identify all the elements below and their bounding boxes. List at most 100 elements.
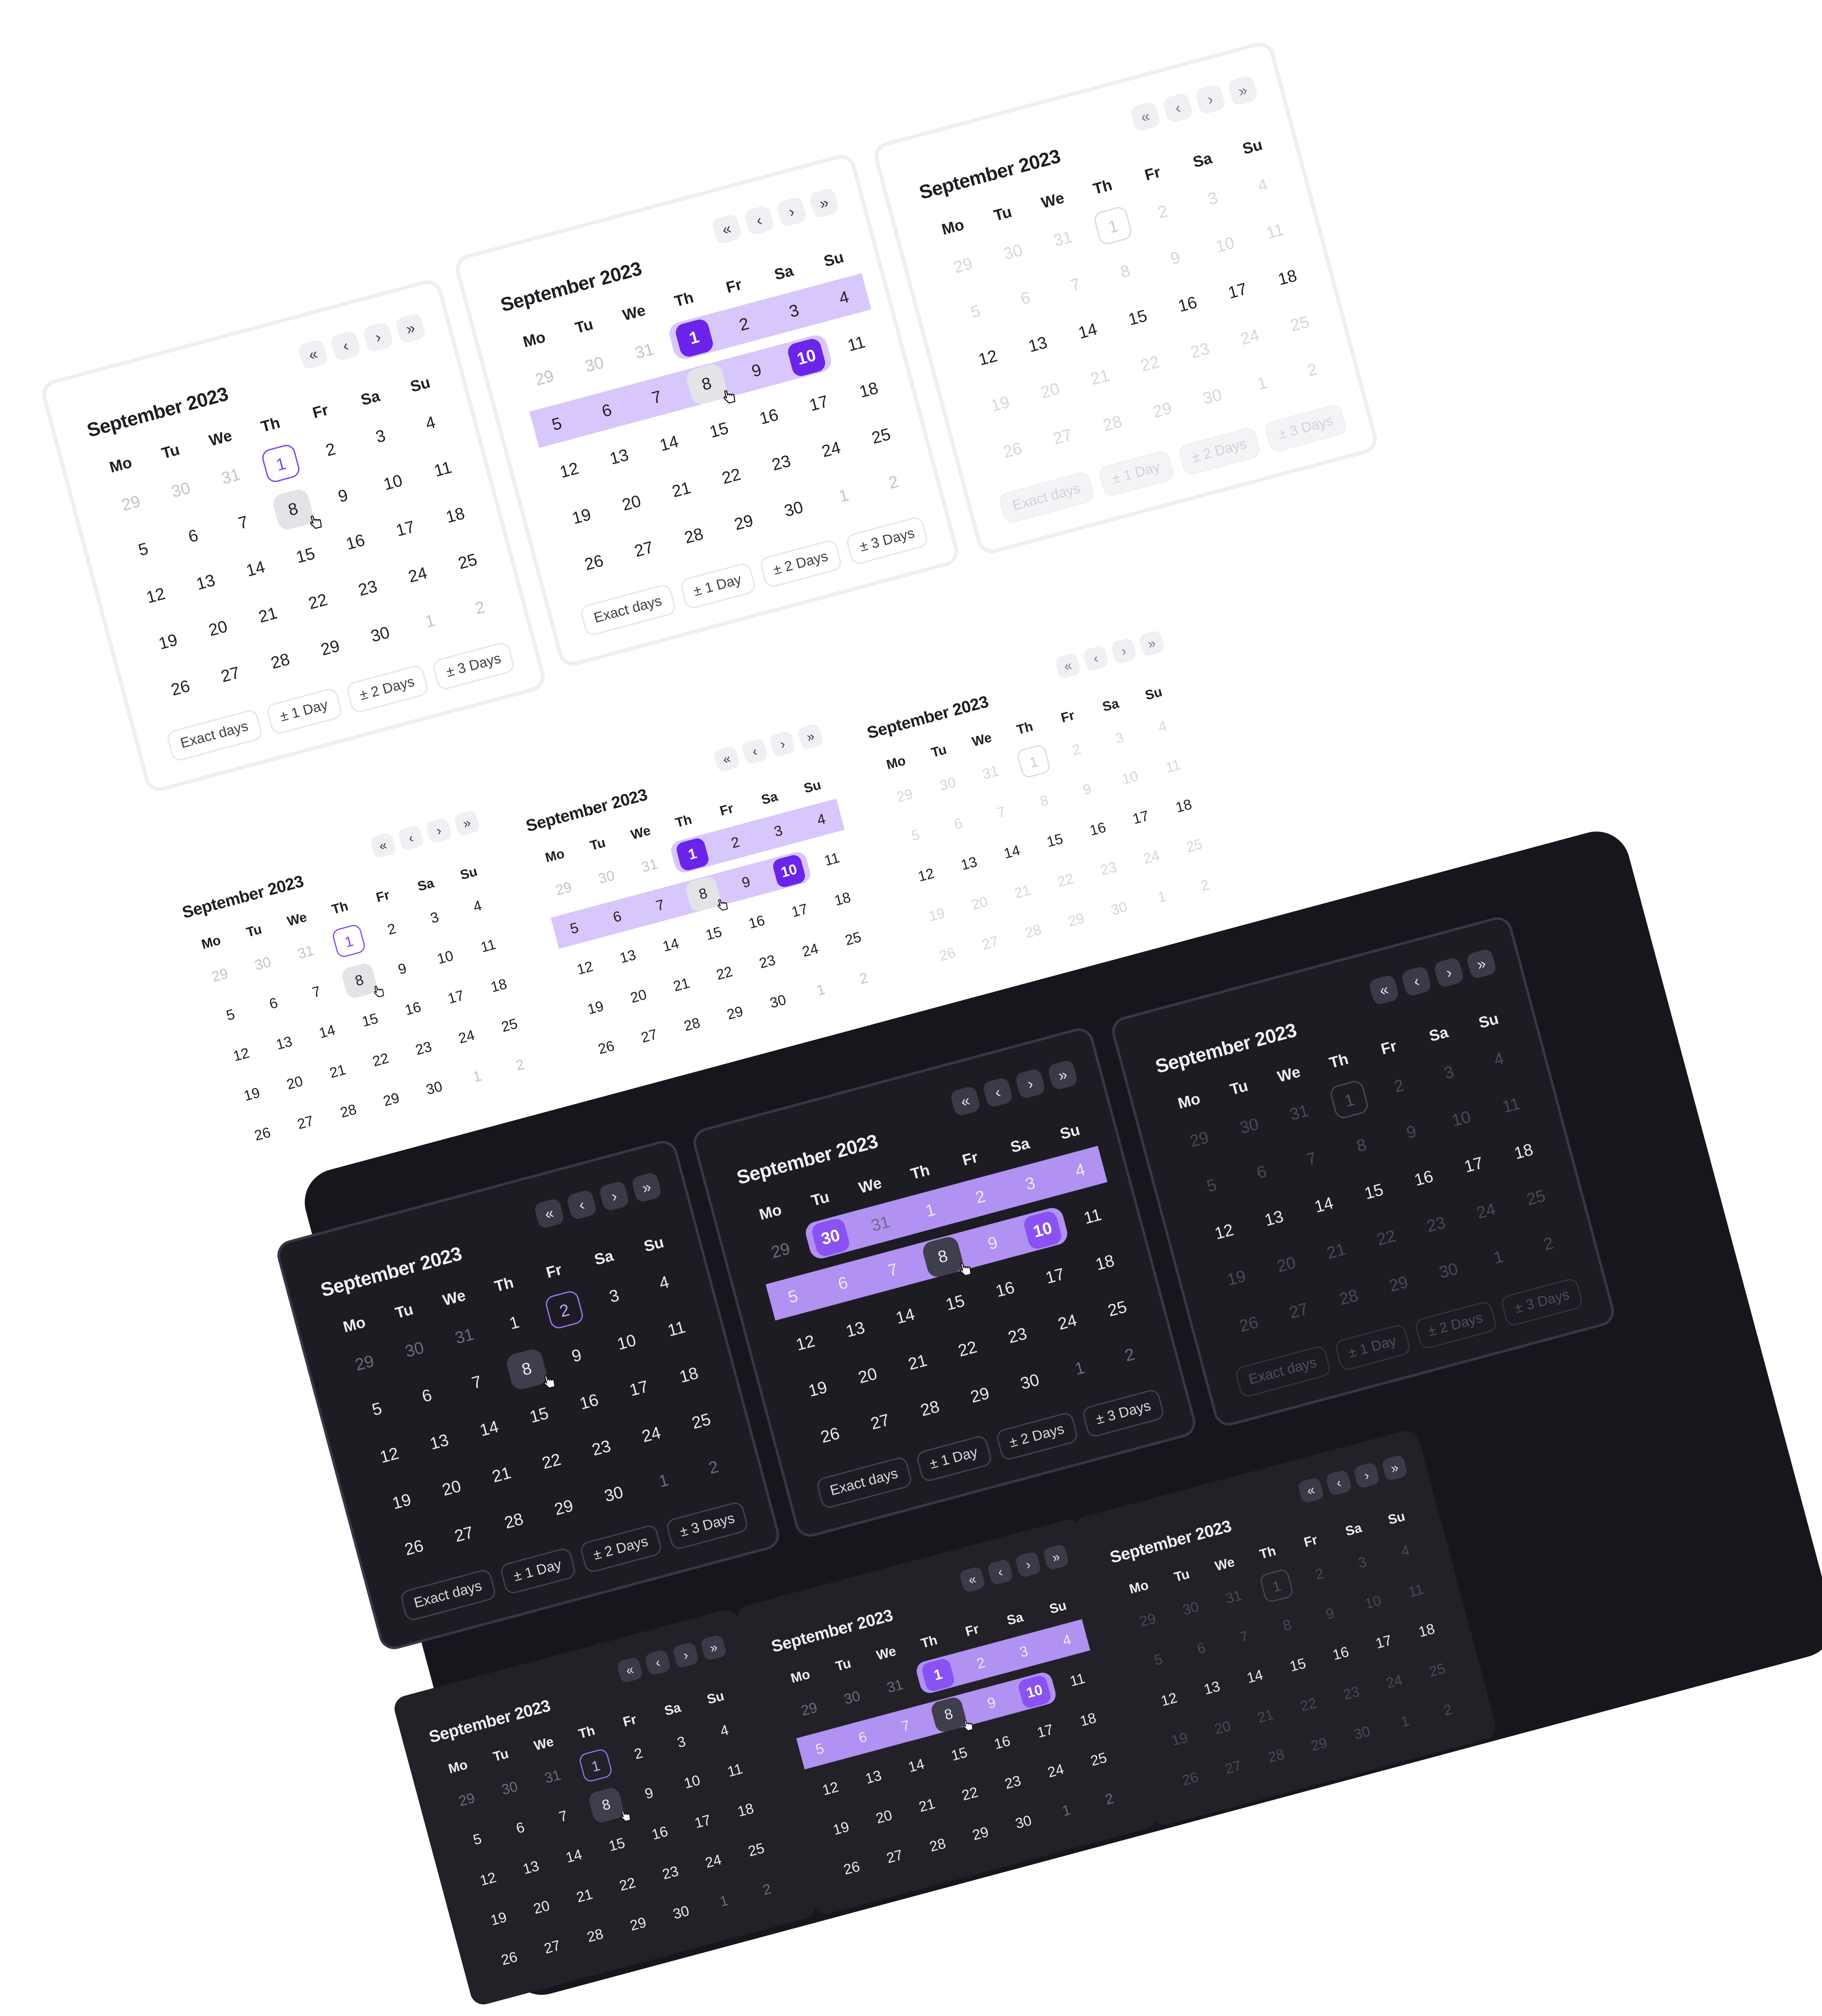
day-number: 21 [1012,881,1033,902]
day-number: 18 [489,975,509,996]
day-number: 1 [1016,743,1051,779]
day-number: 5 [814,1739,826,1758]
chevron-left-button[interactable]: ‹ [644,1649,672,1676]
day-number: 14 [661,934,681,955]
day-number: 5 [550,413,564,435]
day-number: 4 [1255,174,1270,196]
chevron-right-button[interactable]: › [672,1641,700,1669]
double-chevron-left-button[interactable]: « [616,1656,644,1684]
day-number: 6 [267,994,280,1012]
day-number: 29 [769,1238,792,1262]
double-chevron-left-button[interactable]: « [713,745,741,773]
day-number: 21 [1088,365,1112,389]
double-chevron-right-button[interactable]: » [808,187,840,219]
day-number: 4 [657,1272,671,1293]
day-number: 14 [906,1755,926,1776]
chevron-left-button[interactable]: ‹ [987,1558,1014,1586]
day-number: 11 [1068,1669,1087,1690]
chevron-left-button[interactable]: ‹ [982,1076,1014,1109]
chevron-right-button[interactable]: › [1014,1551,1042,1579]
double-chevron-right-button[interactable]: » [630,1172,663,1203]
day-number: 5 [568,919,580,937]
day-number: 20 [1275,1252,1298,1276]
chevron-right-button[interactable]: › [1014,1067,1046,1100]
day-number: 30 [169,478,193,502]
day-number: 29 [554,878,574,899]
chevron-left-button[interactable]: ‹ [330,330,361,362]
tolerance-button-0[interactable]: Exact days [165,708,264,763]
day-number: 9 [740,873,752,891]
tolerance-button-2[interactable]: ± 2 Days [345,664,430,714]
chevron-left-button: ‹ [1400,965,1432,997]
day-number: 2 [857,969,870,987]
chevron-left-button[interactable]: ‹ [566,1189,598,1221]
day-number: 8 [504,1346,549,1391]
day-number: 10 [1120,767,1140,788]
double-chevron-left-icon: « [1305,1482,1317,1499]
double-chevron-right-button[interactable]: » [1042,1543,1070,1571]
tolerance-button-3[interactable]: ± 3 Days [1081,1388,1166,1439]
chevron-right-button[interactable]: › [425,817,453,844]
double-chevron-left-button[interactable]: « [711,213,743,245]
day-number: 28 [502,1508,525,1533]
day-number: 31 [1051,227,1075,250]
tolerance-button-2[interactable]: ± 2 Days [758,538,843,589]
day-number: 2 [1392,1075,1406,1096]
day-number: 19 [570,504,593,528]
double-chevron-right-button[interactable]: » [1047,1059,1079,1091]
tolerance-button-3[interactable]: ± 3 Days [665,1500,750,1551]
day-number: 2 [737,313,751,335]
tolerance-button-0[interactable]: Exact days [815,1456,913,1510]
double-chevron-right-button[interactable]: » [797,722,824,750]
chevron-left-button[interactable]: ‹ [397,824,425,852]
tolerance-button-3[interactable]: ± 3 Days [845,515,930,566]
tolerance-button-2[interactable]: ± 2 Days [995,1411,1079,1462]
day-number: 29 [457,1789,477,1810]
double-chevron-right-button: » [1465,948,1498,980]
day-number: 4 [471,897,484,915]
day-number: 5 [136,538,151,560]
day-number: 1 [1259,1567,1294,1603]
tolerance-button-3[interactable]: ± 3 Days [431,640,516,691]
double-chevron-left-button[interactable]: « [949,1085,982,1117]
day-number: 1 [718,1891,730,1910]
chevron-right-button[interactable]: › [776,196,808,228]
day-number: 2 [1199,876,1211,895]
double-chevron-left-button[interactable]: « [958,1566,986,1593]
double-chevron-left-button[interactable]: « [533,1197,565,1230]
day-number: 27 [868,1410,892,1434]
day-number: 28 [338,1100,358,1121]
day-number: 25 [1524,1185,1548,1210]
double-chevron-right-button[interactable]: » [395,312,427,344]
tolerance-button-0: Exact days [1234,1344,1332,1399]
day-number: 1 [923,1199,938,1221]
chevron-right-button[interactable]: › [362,321,394,353]
day-number: 2 [632,1744,645,1763]
double-chevron-left-button[interactable]: « [369,832,397,859]
double-chevron-left-icon: « [1138,107,1152,127]
double-chevron-left-icon: « [1062,657,1074,675]
chevron-right-button[interactable]: › [769,730,797,758]
double-chevron-left-button[interactable]: « [297,338,329,370]
tolerance-button-2[interactable]: ± 2 Days [578,1523,663,1574]
day-number: 24 [1045,1760,1066,1781]
chevron-right-button[interactable]: › [598,1180,630,1212]
tolerance-button-1[interactable]: ± 1 Day [499,1546,577,1596]
chevron-left-button[interactable]: ‹ [743,204,775,236]
tolerance-button-0[interactable]: Exact days [579,583,677,637]
double-chevron-right-button[interactable]: » [453,809,481,837]
day-number: 26 [582,550,606,574]
day-number: 7 [1068,274,1083,295]
tolerance-button-1[interactable]: ± 1 Day [915,1434,993,1483]
tolerance-button-1[interactable]: ± 1 Day [265,687,343,736]
tolerance-button-1[interactable]: ± 1 Day [679,562,757,611]
calendar-light-range-framed: September 2023 «‹ ›» Mo Tu We Th Fr Sa Su 29 30 31 1 2… [452,151,962,669]
day-number: 2 [1122,1344,1137,1365]
double-chevron-right-button[interactable]: » [700,1634,727,1661]
day-number: 3 [1017,1642,1030,1661]
chevron-left-button[interactable]: ‹ [741,738,768,765]
double-chevron-right-icon: » [817,193,831,213]
tolerance-button-0[interactable]: Exact days [399,1568,497,1622]
chevron-left-icon: ‹ [577,1195,587,1214]
day-number: 30 [1437,1258,1460,1282]
